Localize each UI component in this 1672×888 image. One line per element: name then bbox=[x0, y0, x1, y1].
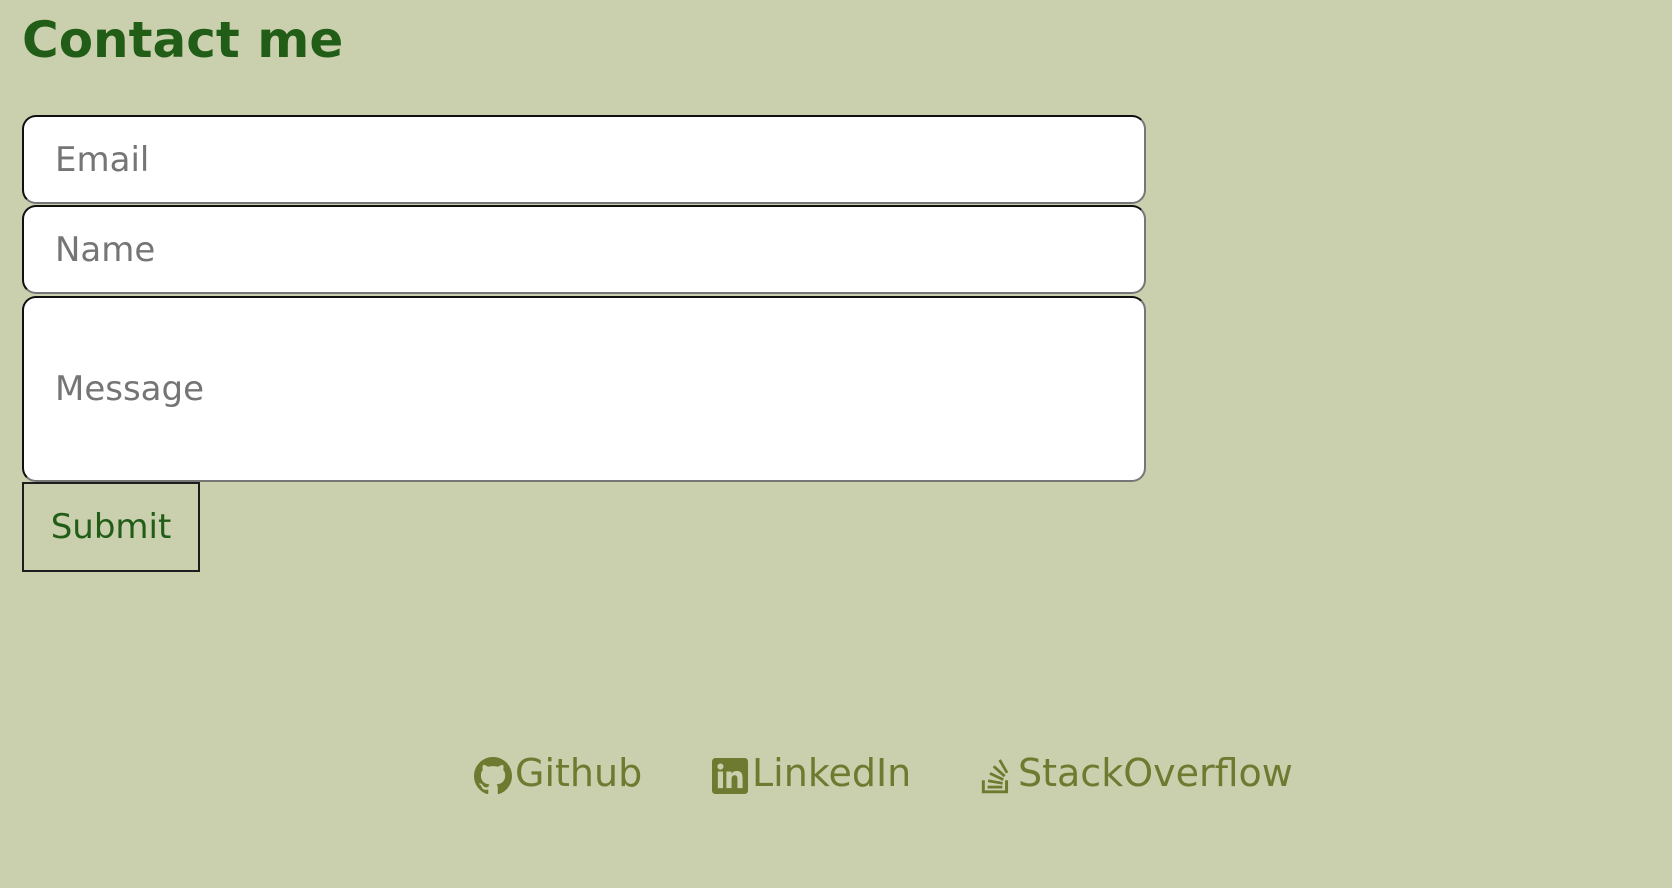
stackoverflow-label: StackOverflow bbox=[1018, 751, 1293, 795]
linkedin-label: LinkedIn bbox=[752, 751, 912, 795]
github-label: Github bbox=[515, 751, 643, 795]
github-icon bbox=[473, 756, 513, 796]
submit-button[interactable]: Submit bbox=[22, 482, 200, 572]
email-field[interactable]: Email bbox=[22, 115, 1146, 204]
message-field[interactable]: Message bbox=[22, 296, 1146, 482]
linkedin-link[interactable]: LinkedIn bbox=[710, 748, 911, 798]
email-placeholder: Email bbox=[55, 139, 150, 180]
message-placeholder: Message bbox=[55, 369, 205, 409]
stackoverflow-link[interactable]: StackOverflow bbox=[976, 748, 1293, 798]
name-placeholder: Name bbox=[55, 229, 156, 270]
github-link[interactable]: Github bbox=[473, 748, 642, 798]
linkedin-icon bbox=[710, 756, 750, 796]
page-title: Contact me bbox=[22, 11, 344, 69]
social-links: Github LinkedIn StackOverflow bbox=[0, 748, 1672, 798]
stackoverflow-icon bbox=[976, 756, 1016, 796]
name-field[interactable]: Name bbox=[22, 205, 1146, 294]
